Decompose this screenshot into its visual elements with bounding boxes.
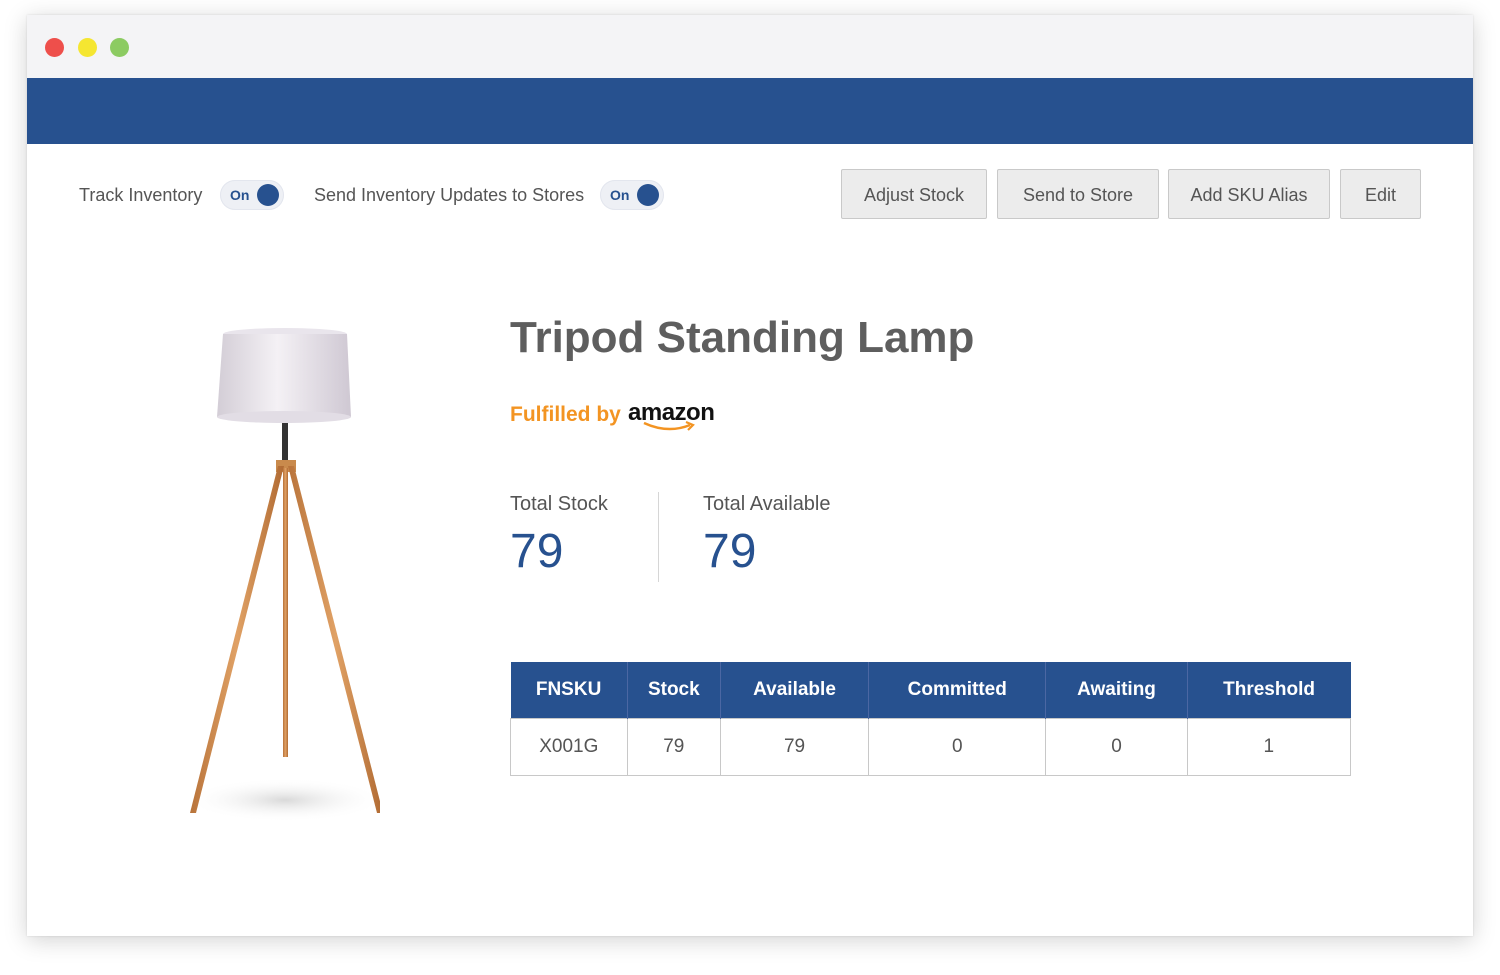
adjust-stock-button[interactable]: Adjust Stock [841, 169, 987, 219]
toggle-knob [637, 184, 659, 206]
column-header-awaiting: Awaiting [1045, 662, 1188, 719]
window-titlebar [27, 15, 1473, 78]
table-row: X001G 79 79 0 0 1 [510, 718, 1352, 776]
inventory-table: FNSKU Stock Available Committed Awaiting… [510, 662, 1352, 776]
total-stock-value: 79 [510, 525, 564, 578]
cell-available: 79 [719, 718, 870, 776]
table-header-row: FNSKU Stock Available Committed Awaiting… [510, 662, 1351, 719]
column-header-threshold: Threshold [1187, 662, 1351, 719]
send-to-store-button[interactable]: Send to Store [997, 169, 1159, 219]
total-available-label: Total Available [703, 493, 831, 515]
amazon-smile-icon [643, 420, 695, 431]
toggle-state-label: On [610, 187, 630, 203]
toggle-knob [257, 184, 279, 206]
fulfilled-by-label: Fulfilled by [510, 403, 621, 426]
close-window-button[interactable] [45, 38, 64, 57]
toggle-state-label: On [230, 187, 250, 203]
cell-committed: 0 [868, 718, 1047, 776]
total-available-value: 79 [703, 525, 757, 578]
metric-divider [658, 492, 659, 582]
send-updates-label: Send Inventory Updates to Stores [314, 185, 585, 205]
edit-button[interactable]: Edit [1340, 169, 1421, 219]
product-image-lamp [185, 328, 380, 822]
header-bar [27, 78, 1473, 144]
cell-awaiting: 0 [1045, 718, 1188, 776]
column-header-stock: Stock [627, 662, 721, 719]
column-header-fnsku: FNSKU [510, 662, 628, 719]
column-header-committed: Committed [868, 662, 1047, 719]
total-stock-label: Total Stock [510, 493, 608, 515]
add-sku-alias-button[interactable]: Add SKU Alias [1168, 169, 1330, 219]
minimize-window-button[interactable] [78, 38, 97, 57]
cell-threshold: 1 [1186, 718, 1352, 776]
cell-fnsku: X001G [510, 718, 628, 776]
cell-stock: 79 [626, 718, 721, 776]
send-updates-toggle[interactable]: On [600, 180, 664, 210]
column-header-available: Available [720, 662, 870, 719]
track-inventory-label: Track Inventory [79, 185, 203, 205]
maximize-window-button[interactable] [110, 38, 129, 57]
product-title: Tripod Standing Lamp [510, 313, 975, 362]
track-inventory-toggle[interactable]: On [220, 180, 284, 210]
